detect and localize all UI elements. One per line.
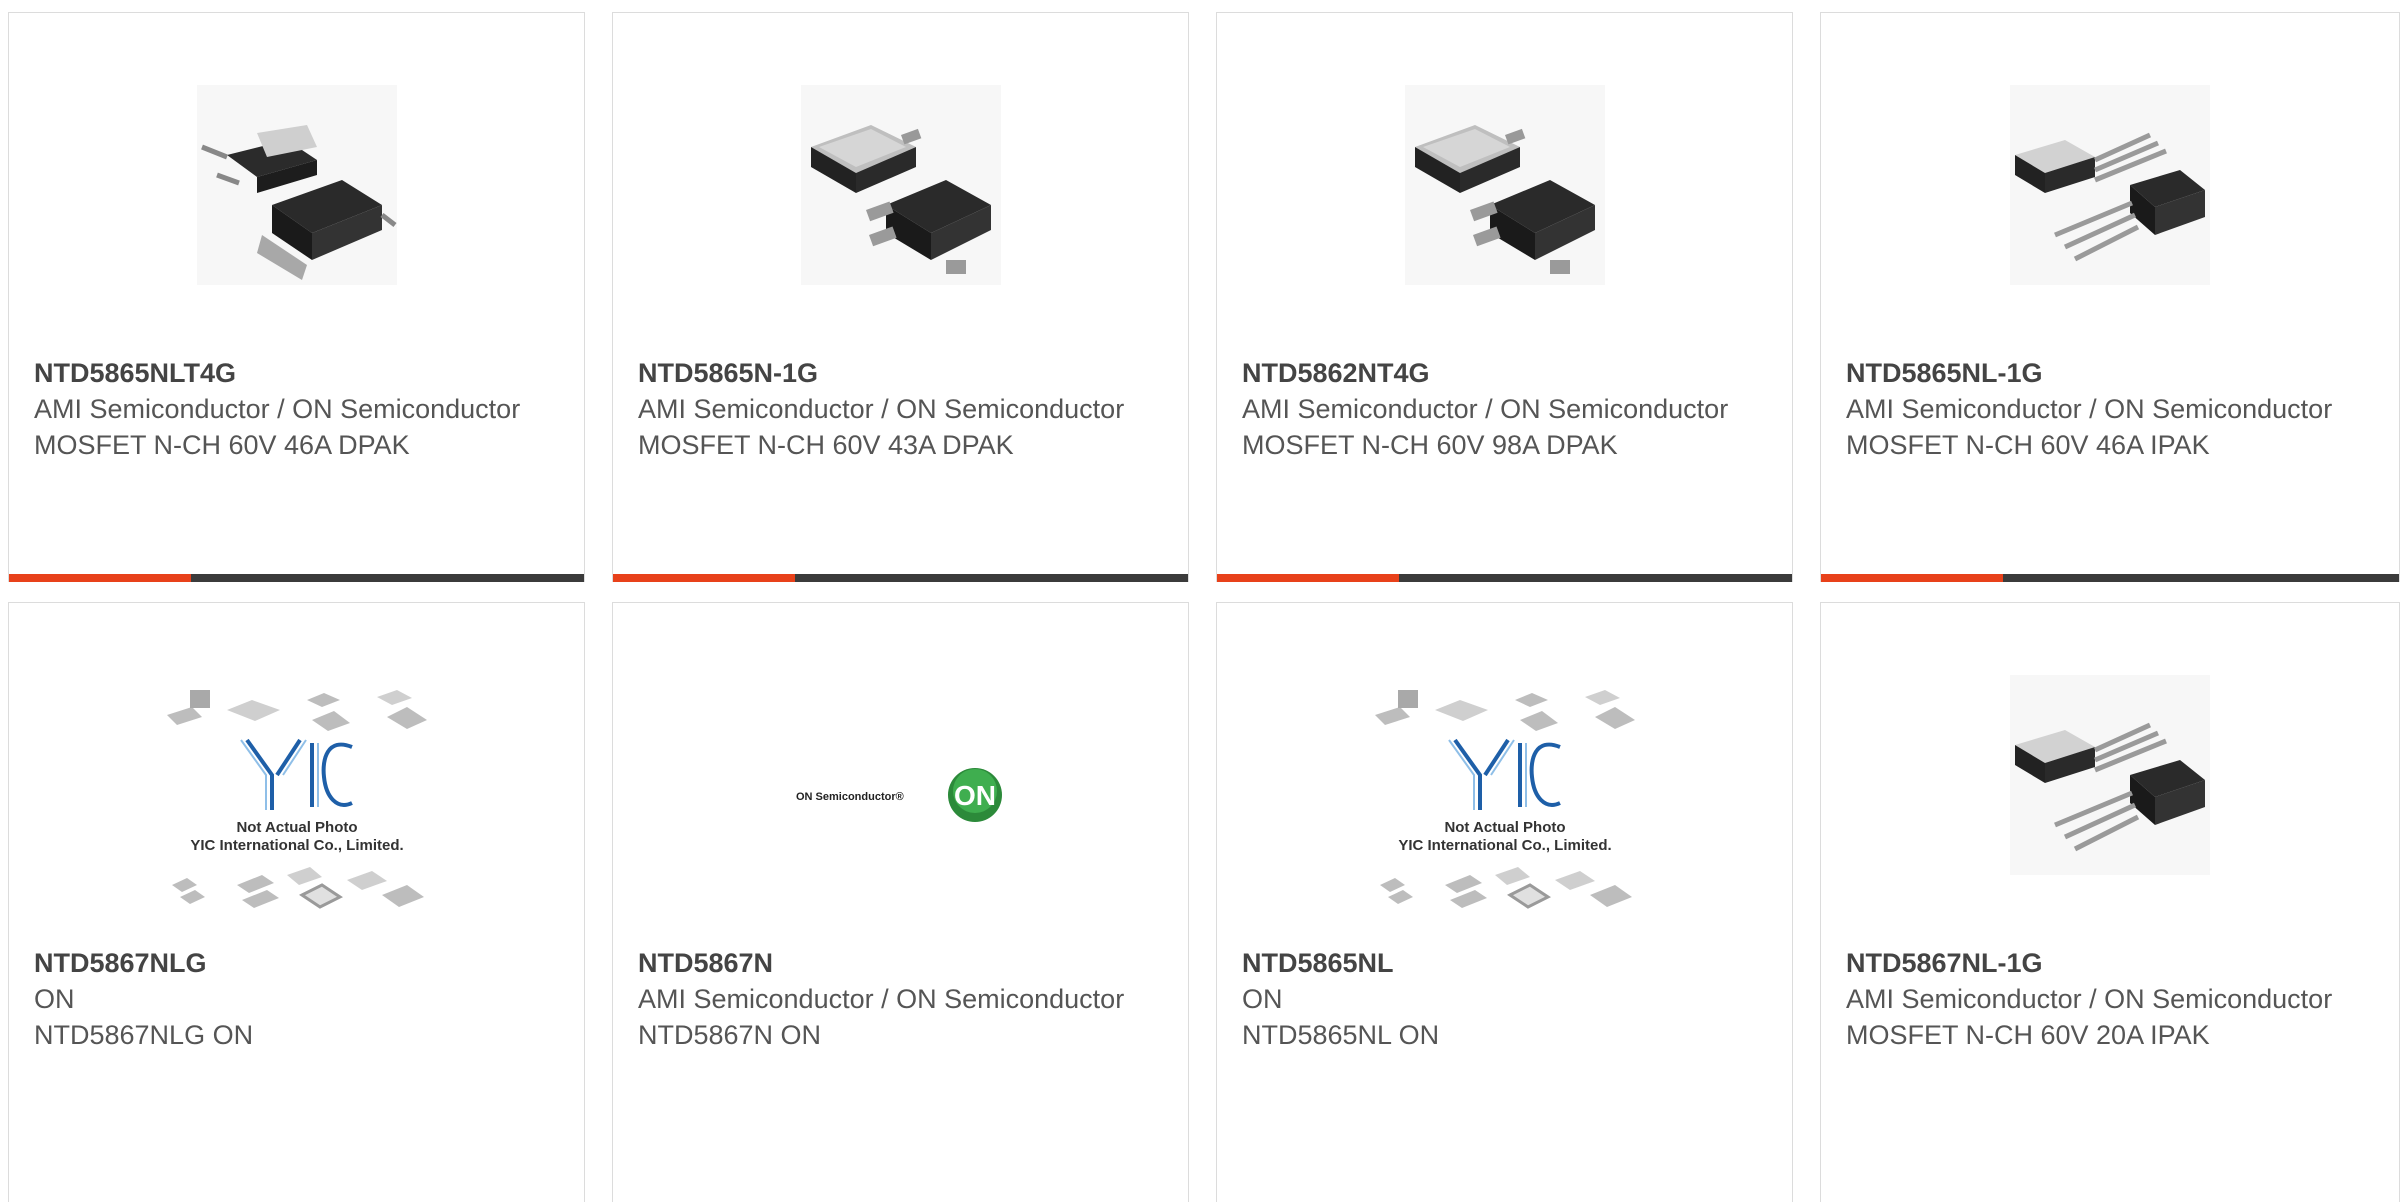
product-card[interactable]: NTD5865NL-1G AMI Semiconductor / ON Semi…	[1820, 12, 2400, 582]
product-info: NTD5865NL ON NTD5865NL ON	[1242, 945, 1772, 1053]
not-actual-photo-image: Not Actual Photo YIC International Co., …	[162, 685, 432, 935]
dpak-package-image	[1404, 85, 1605, 285]
product-card[interactable]: NTD5865NLT4G AMI Semiconductor / ON Semi…	[8, 12, 585, 582]
product-info: NTD5862NT4G AMI Semiconductor / ON Semic…	[1242, 355, 1772, 463]
on-semiconductor-logo-text: ON Semiconductor®	[796, 791, 904, 803]
part-number[interactable]: NTD5867N	[638, 945, 1168, 981]
card-bottom-bar	[1821, 574, 2399, 582]
placeholder-caption-2: YIC International Co., Limited.	[1398, 837, 1611, 854]
product-card[interactable]: Not Actual Photo YIC International Co., …	[1216, 602, 1793, 1202]
product-info: NTD5867NLG ON NTD5867NLG ON	[34, 945, 564, 1053]
product-card[interactable]: NTD5867NL-1G AMI Semiconductor / ON Semi…	[1820, 602, 2400, 1202]
manufacturer: AMI Semiconductor / ON Semiconductor	[638, 394, 1125, 424]
part-number[interactable]: NTD5865NL	[1242, 945, 1772, 981]
part-number[interactable]: NTD5862NT4G	[1242, 355, 1772, 391]
product-info: NTD5867NL-1G AMI Semiconductor / ON Semi…	[1846, 945, 2379, 1053]
product-card[interactable]: NTD5862NT4G AMI Semiconductor / ON Semic…	[1216, 12, 1793, 582]
description: NTD5865NL ON	[1242, 1020, 1440, 1050]
manufacturer: ON	[1242, 984, 1283, 1014]
manufacturer: AMI Semiconductor / ON Semiconductor	[1846, 984, 2333, 1014]
part-number[interactable]: NTD5865NL-1G	[1846, 355, 2379, 391]
card-bottom-bar-accent	[1821, 574, 2003, 582]
manufacturer: AMI Semiconductor / ON Semiconductor	[1242, 394, 1729, 424]
not-actual-photo-image: Not Actual Photo YIC International Co., …	[1370, 685, 1640, 935]
product-info: NTD5865NL-1G AMI Semiconductor / ON Semi…	[1846, 355, 2379, 463]
card-bottom-bar	[1217, 574, 1792, 582]
description: MOSFET N-CH 60V 43A DPAK	[638, 430, 1014, 460]
part-number[interactable]: NTD5865N-1G	[638, 355, 1168, 391]
manufacturer: AMI Semiconductor / ON Semiconductor	[1846, 394, 2333, 424]
description: NTD5867N ON	[638, 1020, 822, 1050]
card-bottom-bar-accent	[9, 574, 191, 582]
placeholder-caption-1: Not Actual Photo	[236, 819, 357, 836]
manufacturer: AMI Semiconductor / ON Semiconductor	[34, 394, 521, 424]
on-logo-badge: ON	[954, 780, 996, 811]
product-card[interactable]: NTD5865N-1G AMI Semiconductor / ON Semic…	[612, 12, 1189, 582]
placeholder-caption-1: Not Actual Photo	[1444, 819, 1565, 836]
description: MOSFET N-CH 60V 20A IPAK	[1846, 1020, 2210, 1050]
part-number[interactable]: NTD5865NLT4G	[34, 355, 564, 391]
product-info: NTD5865NLT4G AMI Semiconductor / ON Semi…	[34, 355, 564, 463]
on-semiconductor-logo: ON Semiconductor® ON	[791, 755, 1011, 835]
description: MOSFET N-CH 60V 46A IPAK	[1846, 430, 2210, 460]
card-bottom-bar	[9, 574, 584, 582]
description: NTD5867NLG ON	[34, 1020, 254, 1050]
product-card[interactable]: Not Actual Photo YIC International Co., …	[8, 602, 585, 1202]
product-card[interactable]: ON Semiconductor® ON NTD5867N AMI Semico…	[612, 602, 1189, 1202]
card-bottom-bar-accent	[613, 574, 795, 582]
placeholder-caption-2: YIC International Co., Limited.	[190, 837, 403, 854]
manufacturer: AMI Semiconductor / ON Semiconductor	[638, 984, 1125, 1014]
description: MOSFET N-CH 60V 98A DPAK	[1242, 430, 1618, 460]
ipak-package-image	[2010, 675, 2210, 875]
dpak-package-image	[800, 85, 1001, 285]
part-number[interactable]: NTD5867NL-1G	[1846, 945, 2379, 981]
card-bottom-bar	[613, 574, 1188, 582]
product-info: NTD5865N-1G AMI Semiconductor / ON Semic…	[638, 355, 1168, 463]
part-number[interactable]: NTD5867NLG	[34, 945, 564, 981]
card-bottom-bar-accent	[1217, 574, 1399, 582]
manufacturer: ON	[34, 984, 75, 1014]
ipak-package-image	[2010, 85, 2210, 285]
dpak-package-image	[196, 85, 397, 285]
product-info: NTD5867N AMI Semiconductor / ON Semicond…	[638, 945, 1168, 1053]
description: MOSFET N-CH 60V 46A DPAK	[34, 430, 410, 460]
